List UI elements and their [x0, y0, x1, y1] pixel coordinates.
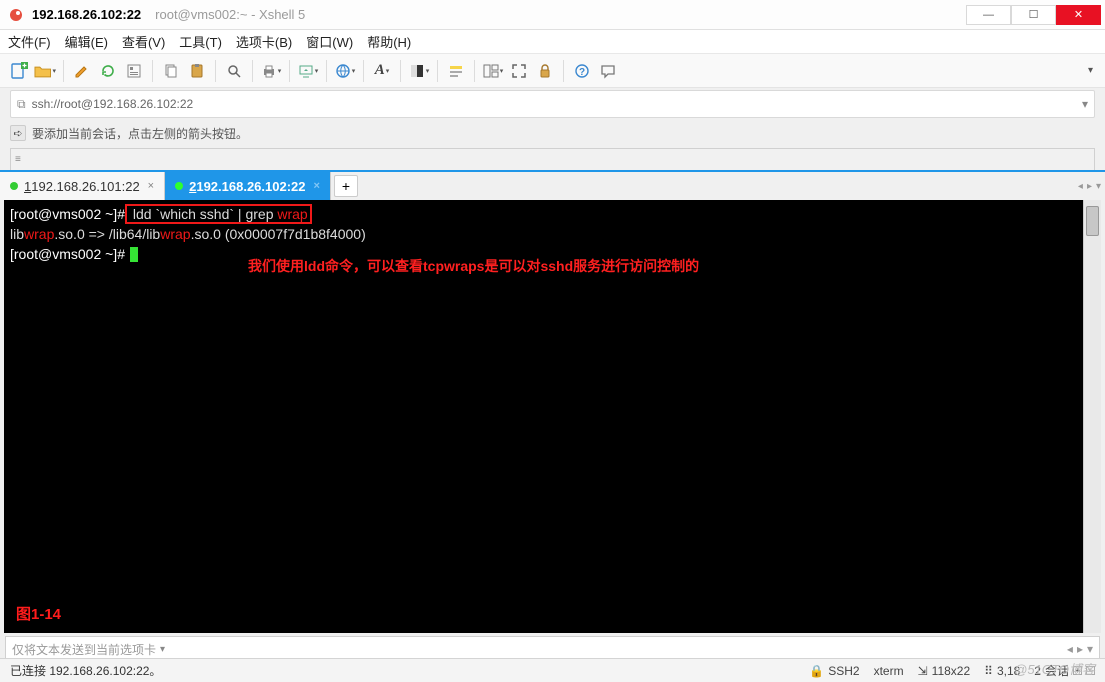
address-dropdown-icon[interactable]: ▾: [1082, 97, 1088, 111]
tab-session-2[interactable]: 2 192.168.26.102:22 ×: [165, 172, 331, 200]
font-icon[interactable]: A▾: [371, 60, 393, 82]
status-protocol: 🔒SSH2: [809, 664, 859, 678]
figure-label: 图1-14: [16, 605, 61, 625]
lock-icon[interactable]: [534, 60, 556, 82]
toolbar-overflow-icon[interactable]: ▾: [1084, 65, 1097, 76]
print-icon[interactable]: ▾: [260, 60, 282, 82]
status-bar: 已连接 192.168.26.102:22。 🔒SSH2 xterm ⇲118x…: [0, 658, 1105, 682]
separator: [215, 60, 216, 82]
close-button[interactable]: ✕: [1056, 5, 1101, 25]
svg-text:?: ?: [579, 67, 585, 78]
terminal[interactable]: [root@vms002 ~]# ldd `which sshd` | grep…: [4, 200, 1101, 633]
watermark: @51CTO博客: [1014, 659, 1095, 678]
caret-icon: ▾: [52, 67, 56, 75]
tab-scroll-right-icon[interactable]: ▸: [1087, 181, 1092, 192]
menu-help[interactable]: 帮助(H): [367, 32, 411, 51]
status-dot-icon: [175, 182, 183, 190]
menu-file[interactable]: 文件(F): [8, 32, 51, 51]
menu-window[interactable]: 窗口(W): [306, 32, 353, 51]
separator: [400, 60, 401, 82]
separator: [152, 60, 153, 82]
separator: [363, 60, 364, 82]
grid-icon: ⠿: [984, 664, 993, 678]
app-icon: [8, 7, 24, 23]
menu-edit[interactable]: 编辑(E): [65, 32, 108, 51]
find-icon[interactable]: [223, 60, 245, 82]
send-scroll-right-icon[interactable]: ▸: [1077, 642, 1083, 656]
address-url: ssh://root@192.168.26.102:22: [32, 97, 194, 111]
help-icon[interactable]: ?: [571, 60, 593, 82]
terminal-prompt: [root@vms002 ~]#: [10, 246, 125, 262]
new-session-icon[interactable]: [8, 60, 30, 82]
terminal-line: libwrap.so.0 => /lib64/libwrap.so.0 (0x0…: [10, 224, 1095, 244]
fullscreen-icon[interactable]: [508, 60, 530, 82]
session-handle-icon[interactable]: ≡: [15, 154, 21, 165]
tab-scroll-left-icon[interactable]: ◂: [1078, 181, 1083, 192]
tab-label: 192.168.26.101:22: [31, 179, 139, 194]
separator: [437, 60, 438, 82]
menu-bar: 文件(F) 编辑(E) 查看(V) 工具(T) 选项卡(B) 窗口(W) 帮助(…: [0, 30, 1105, 54]
menu-tools[interactable]: 工具(T): [179, 32, 222, 51]
send-scroll-left-icon[interactable]: ◂: [1067, 642, 1073, 656]
transfer-icon[interactable]: ▾: [297, 60, 319, 82]
resize-icon: ⇲: [918, 664, 928, 678]
window-title-secondary: root@vms002:~ - Xshell 5: [155, 7, 305, 22]
tab-menu-icon[interactable]: ▾: [1096, 181, 1101, 192]
minimize-button[interactable]: —: [966, 5, 1011, 25]
status-size: ⇲118x22: [918, 664, 971, 678]
lock-small-icon: 🔒: [809, 664, 824, 678]
properties-icon[interactable]: [123, 60, 145, 82]
copy-icon[interactable]: [160, 60, 182, 82]
menu-view[interactable]: 查看(V): [122, 32, 165, 51]
send-placeholder: 仅将文本发送到当前选项卡: [12, 641, 156, 658]
hint-add-icon[interactable]: ➪: [10, 125, 26, 141]
tab-session-1[interactable]: 1 192.168.26.101:22 ×: [0, 172, 165, 200]
layout-icon[interactable]: ▾: [482, 60, 504, 82]
open-session-icon[interactable]: ▾: [34, 60, 56, 82]
chevron-down-icon[interactable]: ▾: [160, 644, 165, 655]
tab-close-icon[interactable]: ×: [148, 180, 154, 192]
tab-close-icon[interactable]: ×: [314, 180, 320, 192]
tab-number: 1: [24, 179, 31, 194]
menu-tabs[interactable]: 选项卡(B): [236, 32, 292, 51]
separator: [474, 60, 475, 82]
highlight-icon[interactable]: [445, 60, 467, 82]
color-scheme-icon[interactable]: ▾: [408, 60, 430, 82]
edit-icon[interactable]: [71, 60, 93, 82]
maximize-button[interactable]: ☐: [1011, 5, 1056, 25]
tab-label: 192.168.26.102:22: [196, 179, 305, 194]
add-tab-button[interactable]: +: [334, 175, 358, 197]
tab-strip: 1 192.168.26.101:22 × 2 192.168.26.102:2…: [0, 170, 1105, 200]
send-menu-icon[interactable]: ▾: [1087, 642, 1093, 656]
paste-icon[interactable]: [186, 60, 208, 82]
separator: [63, 60, 64, 82]
separator: [326, 60, 327, 82]
session-bar: ≡: [10, 148, 1095, 170]
address-bar[interactable]: ⧉ ssh://root@192.168.26.102:22 ▾: [10, 90, 1095, 118]
hint-text: 要添加当前会话，点击左侧的箭头按钮。: [32, 125, 248, 142]
status-term-type: xterm: [874, 664, 904, 678]
separator: [289, 60, 290, 82]
tab-number: 2: [189, 179, 196, 194]
terminal-prompt: [root@vms002 ~]#: [10, 206, 125, 222]
status-connection: 已连接 192.168.26.102:22。: [10, 662, 795, 679]
toolbar: ▾ ▾ ▾ ▾ A▾ ▾ ▾ ? ▾: [0, 54, 1105, 88]
feedback-icon[interactable]: [597, 60, 619, 82]
status-dot-icon: [10, 182, 18, 190]
cursor-icon: [130, 247, 138, 262]
scrollbar-thumb[interactable]: [1086, 206, 1099, 236]
title-bar: 192.168.26.102:22 root@vms002:~ - Xshell…: [0, 0, 1105, 30]
separator: [252, 60, 253, 82]
link-icon: ⧉: [17, 97, 26, 112]
annotation-text: 我们使用ldd命令，可以查看tcpwraps是可以对sshd服务进行访问控制的: [248, 256, 699, 276]
reconnect-icon[interactable]: [97, 60, 119, 82]
window-title-primary: 192.168.26.102:22: [32, 7, 141, 22]
separator: [563, 60, 564, 82]
tab-scroll-controls: ◂ ▸ ▾: [1074, 172, 1105, 200]
terminal-line: [root@vms002 ~]# ldd `which sshd` | grep…: [10, 204, 1095, 224]
language-icon[interactable]: ▾: [334, 60, 356, 82]
hint-bar: ➪ 要添加当前会话，点击左侧的箭头按钮。: [0, 120, 1105, 146]
terminal-scrollbar[interactable]: [1083, 200, 1101, 633]
